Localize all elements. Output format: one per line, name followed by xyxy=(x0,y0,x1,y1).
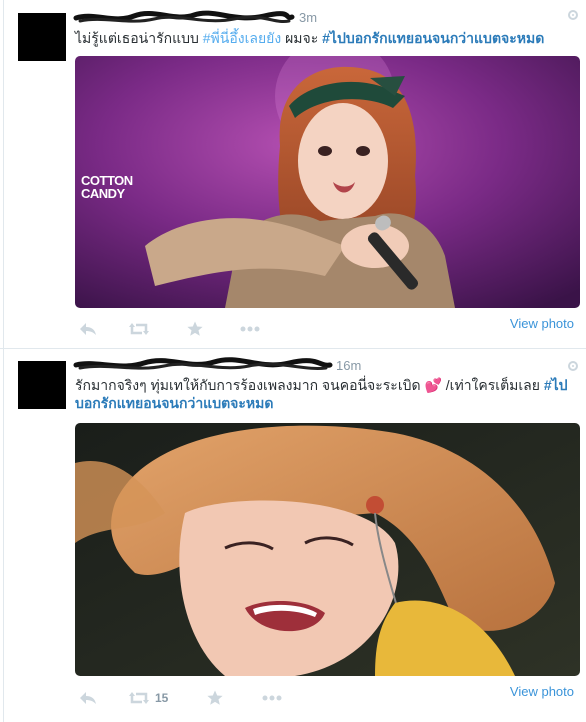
favorite-button[interactable] xyxy=(187,318,203,340)
avatar[interactable] xyxy=(18,361,66,409)
tweet-photo[interactable]: COTTON CANDY xyxy=(75,56,580,308)
hashtag-link[interactable]: #พี่นี่อึ้งเลยยัง xyxy=(203,30,281,46)
more-button[interactable] xyxy=(262,687,282,709)
tweet-text: รักมากจริงๆ ทุ่มเทให้กับการร้องเพลงมาก จ… xyxy=(75,376,570,412)
tweet-actions: 15 View photo xyxy=(75,684,580,711)
concert-photo-image xyxy=(75,56,580,308)
retweet-icon xyxy=(129,692,149,704)
more-icon xyxy=(262,695,282,701)
redacted-username xyxy=(73,357,333,371)
tweet-text-mid: ผมจะ xyxy=(281,30,323,46)
tweet-timestamp[interactable]: 3m xyxy=(299,10,317,25)
favorite-icon xyxy=(187,321,203,336)
options-icon[interactable] xyxy=(568,361,578,371)
reply-button[interactable] xyxy=(79,318,97,340)
retweet-icon xyxy=(129,323,149,335)
redacted-username xyxy=(73,10,295,24)
tweet[interactable]: 16m รักมากจริงๆ ทุ่มเทให้กับการร้องเพลงม… xyxy=(0,349,586,722)
heart-emoji-icon: 💕 xyxy=(424,377,442,393)
view-photo-link[interactable]: View photo xyxy=(510,316,574,331)
tweet-photo[interactable] xyxy=(75,423,580,676)
more-icon xyxy=(240,326,260,332)
tweet-text-mid: /เท่าใครเต็มเลย xyxy=(441,377,544,393)
retweet-count: 15 xyxy=(155,691,169,705)
singer-photo-image xyxy=(75,423,580,676)
photo-watermark: COTTON CANDY xyxy=(81,174,133,200)
options-icon[interactable] xyxy=(568,10,578,20)
favorite-icon xyxy=(207,690,223,705)
watermark-line: CANDY xyxy=(81,186,125,201)
avatar[interactable] xyxy=(18,13,66,61)
more-button[interactable] xyxy=(240,318,260,340)
hashtag-link[interactable]: #ไปบอกรักแทยอนจนกว่าแบตจะหมด xyxy=(322,30,544,46)
tweet-actions: View photo xyxy=(75,316,580,342)
reply-icon xyxy=(80,323,96,335)
tweet-timestamp[interactable]: 16m xyxy=(336,358,361,373)
tweet[interactable]: 3m ไม่รู้แต่เธอน่ารักแบบ #พี่นี่อึ้งเลยย… xyxy=(0,0,586,348)
tweet-text-plain: ไม่รู้แต่เธอน่ารักแบบ xyxy=(75,30,203,46)
tweet-text-plain: รักมากจริงๆ ทุ่มเทให้กับการร้องเพลงมาก จ… xyxy=(75,377,425,393)
tweet-text: ไม่รู้แต่เธอน่ารักแบบ #พี่นี่อึ้งเลยยัง … xyxy=(75,29,575,47)
view-photo-link[interactable]: View photo xyxy=(510,684,574,699)
reply-icon xyxy=(80,692,96,704)
favorite-button[interactable] xyxy=(207,687,223,709)
reply-button[interactable] xyxy=(79,687,97,709)
retweet-button[interactable] xyxy=(129,318,155,340)
retweet-button[interactable]: 15 xyxy=(129,687,168,709)
